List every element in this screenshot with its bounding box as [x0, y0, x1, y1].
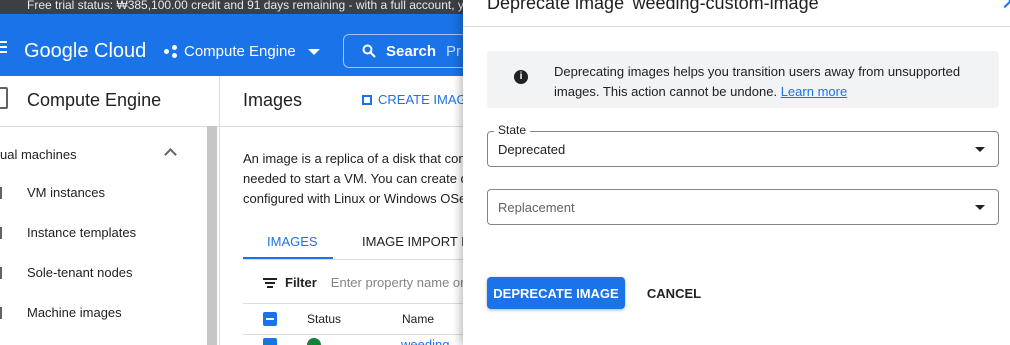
sidebar-item-sole-tenant-nodes[interactable]: Sole-tenant nodes [27, 265, 133, 280]
table-header: Status Name [243, 303, 463, 335]
description-line: configured with Linux or Windows OSe [243, 191, 463, 206]
row-checkbox[interactable] [263, 338, 277, 345]
search-hint: Pr [446, 42, 462, 60]
filter-input[interactable]: Enter property name or [331, 275, 463, 290]
menu-icon[interactable] [0, 41, 7, 53]
info-text: Deprecating images helps you transition … [554, 64, 961, 99]
divider [220, 126, 463, 127]
divider [0, 126, 219, 127]
bullet-icon [0, 307, 2, 319]
product-selector[interactable]: Compute Engine [164, 43, 320, 60]
sidebar-item-instance-templates[interactable]: Instance templates [27, 225, 136, 240]
image-name-link[interactable]: weeding [401, 337, 449, 345]
deprecate-image-button[interactable]: DEPRECATE IMAGE [487, 277, 625, 309]
cancel-button[interactable]: CANCEL [639, 277, 709, 309]
compute-engine-icon [0, 87, 8, 109]
description-line: An image is a replica of a disk that con [243, 151, 463, 166]
google-cloud-logo[interactable]: Google Cloud [24, 40, 146, 62]
divider [463, 26, 1010, 27]
deprecate-image-panel: Deprecate image 'weeding-custom-image' i… [463, 0, 1010, 345]
product-dots-icon [164, 44, 178, 59]
close-chevron-icon[interactable] [997, 0, 1010, 9]
caret-down-icon [307, 48, 320, 55]
status-ok-icon [307, 338, 321, 345]
product-selector-label: Compute Engine [184, 43, 296, 60]
filter-bar[interactable]: Filter Enter property name or [263, 275, 463, 290]
dropdown-arrow-icon [975, 205, 985, 210]
select-all-checkbox[interactable] [263, 312, 277, 326]
filter-label: Filter [285, 275, 317, 290]
column-header-status[interactable]: Status [307, 312, 341, 326]
chevron-up-icon[interactable] [164, 148, 177, 161]
column-header-name[interactable]: Name [402, 312, 434, 326]
main-content: Images CREATE IMAG An image is a replica… [220, 76, 463, 345]
sidebar: Compute Engine ual machines VM instances… [0, 76, 220, 345]
tab-images[interactable]: IMAGES [267, 234, 318, 249]
info-message: Deprecating images helps you transition … [554, 62, 984, 102]
sidebar-item-vm-instances[interactable]: VM instances [27, 185, 105, 200]
state-select[interactable]: State Deprecated [487, 123, 999, 167]
sidebar-scrollbar[interactable] [207, 126, 217, 345]
search-icon [362, 44, 376, 58]
panel-title: Deprecate image 'weeding-custom-image' [487, 0, 823, 13]
create-image-button[interactable]: CREATE IMAG [362, 92, 463, 107]
description-line: needed to start a VM. You can create c [243, 171, 463, 186]
sidebar-section-virtual-machines[interactable]: ual machines [0, 147, 77, 162]
page-title: Images [243, 90, 303, 110]
create-image-label: CREATE IMAG [378, 92, 463, 107]
tab-image-import-history[interactable]: IMAGE IMPORT H [362, 234, 463, 249]
sidebar-item-machine-images[interactable]: Machine images [27, 305, 122, 320]
state-label: State [494, 123, 531, 137]
learn-more-link[interactable]: Learn more [781, 84, 847, 99]
info-icon: i [514, 70, 528, 84]
divider [243, 259, 463, 260]
dropdown-arrow-icon [975, 147, 985, 152]
search-label: Search [386, 42, 437, 60]
state-value: Deprecated [498, 142, 566, 157]
page-description: An image is a replica of a disk that con… [243, 149, 463, 209]
replacement-placeholder: Replacement [498, 200, 575, 215]
bullet-icon [0, 267, 2, 279]
info-callout: i Deprecating images helps you transitio… [487, 51, 999, 108]
bullet-icon [0, 187, 2, 199]
filter-icon [263, 277, 277, 288]
bullet-icon [0, 227, 2, 239]
sidebar-title: Compute Engine [27, 90, 162, 110]
add-box-icon [362, 94, 372, 105]
replacement-select[interactable]: Replacement [487, 189, 999, 225]
